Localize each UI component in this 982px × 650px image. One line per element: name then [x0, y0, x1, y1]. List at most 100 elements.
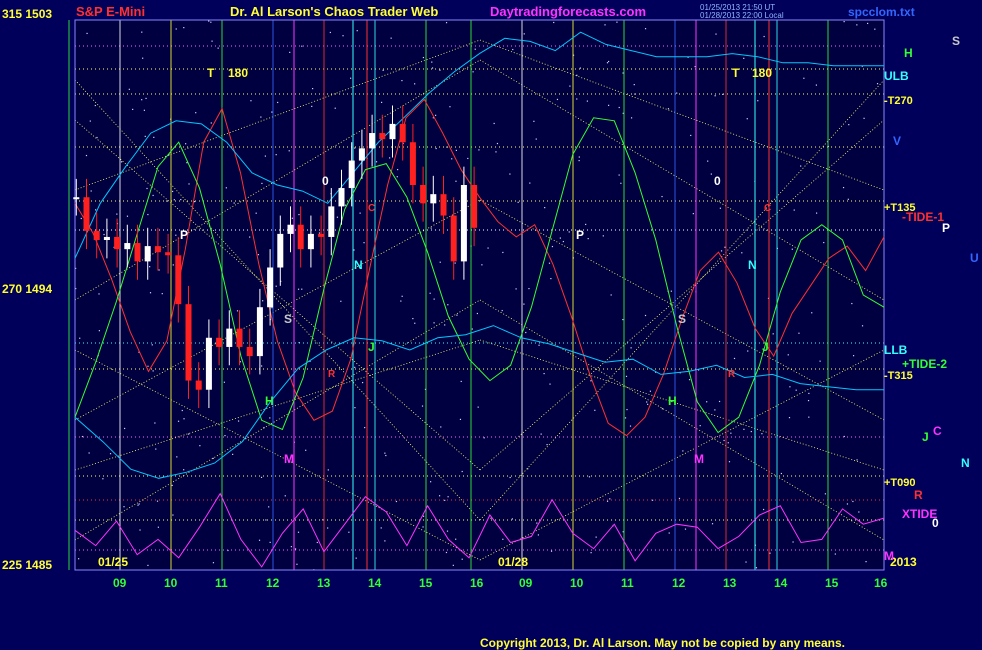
star-dot [724, 246, 726, 248]
star-dot [354, 366, 356, 368]
star-dot [502, 538, 504, 540]
star-dot [395, 500, 398, 503]
star-dot [455, 149, 458, 152]
star-dot [769, 552, 771, 554]
star-dot [153, 136, 155, 138]
star-dot [137, 504, 139, 506]
star-dot [476, 312, 478, 315]
star-dot [590, 380, 592, 382]
star-dot [445, 22, 448, 24]
star-dot [649, 390, 652, 392]
star-dot [144, 135, 146, 137]
instrument-label: S&P E-Mini [76, 4, 146, 19]
star-dot [861, 325, 864, 327]
star-dot [264, 155, 266, 157]
star-dot [444, 324, 446, 326]
price-bar-body [165, 252, 172, 256]
x-tick: 15 [419, 576, 433, 590]
star-dot [445, 551, 448, 554]
star-dot [94, 104, 96, 107]
x-tick: 09 [519, 576, 533, 590]
star-dot [158, 269, 160, 271]
star-dot [277, 101, 279, 104]
cycle-label-180: 180 [752, 66, 773, 80]
star-dot [502, 251, 504, 254]
star-dot [449, 106, 451, 108]
price-bar-body [277, 233, 284, 268]
star-dot [334, 107, 336, 109]
star-dot [789, 386, 791, 388]
star-dot [548, 262, 551, 264]
star-dot [576, 98, 578, 100]
star-dot [684, 528, 687, 530]
star-dot [210, 21, 212, 23]
star-dot [124, 427, 126, 430]
star-dot [763, 35, 765, 38]
star-dot [147, 213, 149, 216]
star-dot [103, 233, 105, 236]
star-dot [616, 21, 618, 23]
price-bar-body [379, 133, 386, 140]
star-dot [81, 435, 84, 438]
star-dot [422, 56, 425, 59]
star-dot [258, 539, 261, 541]
star-dot [798, 332, 800, 334]
star-dot [188, 433, 190, 435]
right-label-h: H [904, 46, 913, 60]
star-dot [421, 405, 424, 407]
star-dot [569, 85, 571, 87]
star-dot [223, 381, 225, 383]
star-dot [852, 500, 854, 503]
star-dot [139, 529, 141, 531]
star-dot [433, 322, 435, 324]
star-dot [290, 546, 292, 548]
star-dot [512, 48, 514, 51]
star-dot [472, 71, 474, 73]
star-dot [714, 95, 716, 97]
star-dot [788, 417, 791, 419]
star-dot [452, 564, 454, 566]
star-dot [199, 445, 201, 447]
star-dot [585, 223, 587, 226]
cycle-label-r: R [728, 369, 736, 380]
star-dot [791, 248, 793, 250]
cycle-label-n: N [354, 258, 363, 272]
right-label-t090: +T090 [884, 477, 916, 489]
price-bar-body [307, 233, 314, 250]
star-dot [430, 481, 432, 483]
star-dot [348, 531, 350, 533]
right-label-u: U [970, 251, 979, 265]
cycle-label-n: N [748, 258, 757, 272]
star-dot [208, 20, 210, 22]
star-dot [438, 495, 441, 497]
x-tick: 14 [774, 576, 788, 590]
cycle-label-h: H [668, 394, 677, 408]
left-axis-bottom-label: 225 1485 [2, 558, 53, 572]
x-tick: 12 [672, 576, 686, 590]
star-dot [630, 117, 633, 119]
star-dot [647, 403, 649, 405]
price-bar-body [83, 197, 90, 231]
left-axis-mid-label: 270 1494 [2, 282, 53, 296]
star-dot [401, 79, 403, 82]
star-dot [528, 287, 530, 290]
star-dot [401, 295, 403, 297]
star-dot [559, 237, 561, 239]
price-bar-body [114, 236, 121, 250]
star-dot [412, 317, 414, 320]
right-label-llb: LLB [884, 343, 908, 357]
star-dot [316, 541, 318, 544]
star-dot [743, 57, 745, 59]
star-dot [727, 442, 729, 444]
x-tick: 13 [723, 576, 737, 590]
price-bar-body [399, 123, 406, 143]
star-dot [834, 553, 836, 555]
cycle-label-180: 180 [228, 66, 249, 80]
site-link[interactable]: Daytradingforecasts.com [490, 5, 646, 19]
star-dot [146, 187, 148, 190]
price-bar-body [175, 255, 182, 305]
star-dot [538, 344, 540, 346]
star-dot [633, 84, 635, 86]
star-dot [478, 149, 480, 151]
star-dot [646, 401, 648, 403]
